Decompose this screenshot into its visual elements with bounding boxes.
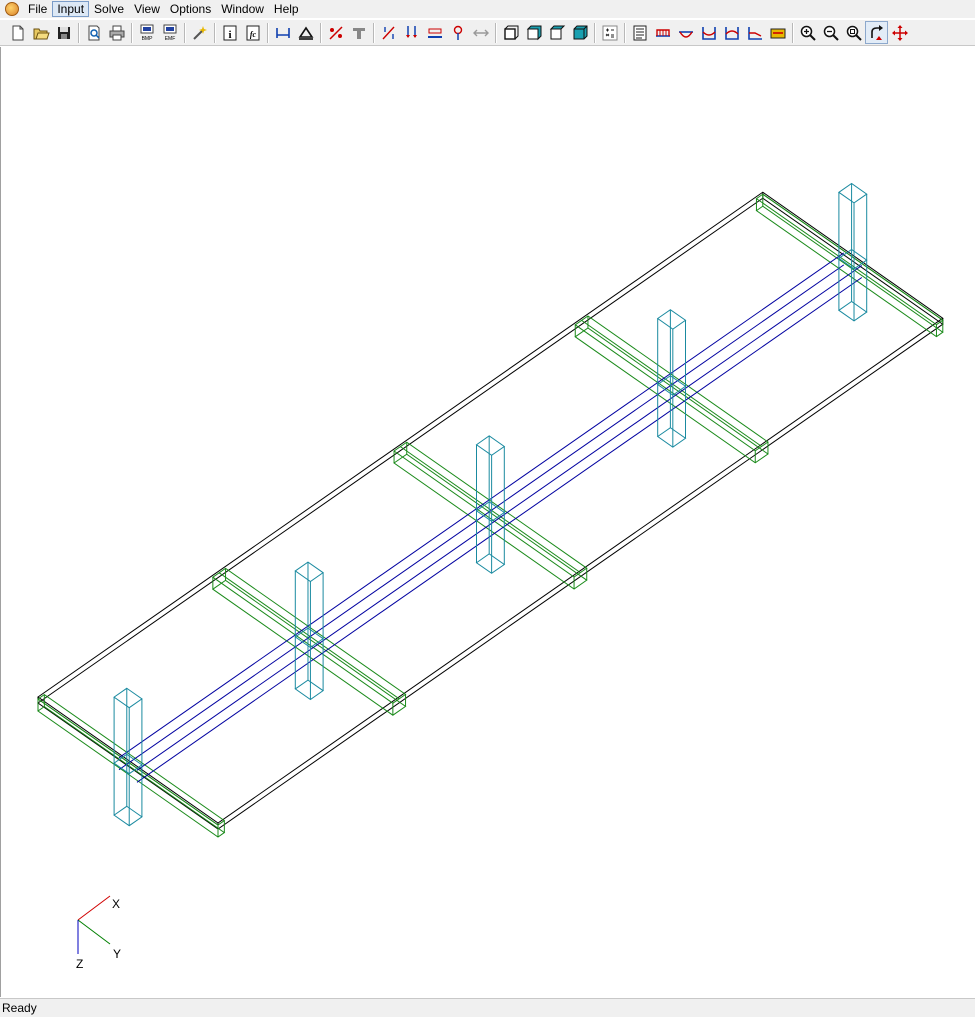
column-bottom [838,300,868,322]
slab-bottom-outline [37,197,944,830]
toolbar-separator [320,22,321,43]
toolbar-separator [131,22,132,43]
support-icon[interactable] [294,21,317,44]
displacement-icon[interactable] [743,21,766,44]
new-file-icon[interactable] [6,21,29,44]
print-icon[interactable] [105,21,128,44]
status-text: Ready [2,1001,37,1015]
save-icon[interactable] [52,21,75,44]
view-side-icon[interactable] [522,21,545,44]
menu-bar: File Input Solve View Options Window Hel… [0,0,975,18]
node-load-icon[interactable] [446,21,469,44]
wizard-icon[interactable] [188,21,211,44]
report-icon[interactable] [628,21,651,44]
toolbar-separator [792,22,793,43]
svg-text:BMP: BMP [141,36,153,42]
toolbar-separator [495,22,496,43]
column-top [294,561,324,583]
svg-text:i: i [228,29,231,41]
math-icon[interactable] [598,21,621,44]
beam-bottom [393,453,588,590]
shear-diagram-icon[interactable] [674,21,697,44]
svg-text:fc: fc [249,30,256,39]
load-arrows-icon[interactable] [400,21,423,44]
beam-bottom [211,579,407,716]
app-icon[interactable] [5,2,19,16]
export-bmp-icon[interactable]: BMP [135,21,158,44]
column-top [656,309,687,330]
toolbar-separator [594,22,595,43]
view-3d-icon[interactable] [568,21,591,44]
menu-input[interactable]: Input [52,1,90,17]
stress-icon[interactable] [766,21,789,44]
menu-help[interactable]: Help [269,1,304,17]
girder-edge [136,265,863,771]
view-top-icon[interactable] [545,21,568,44]
column-top [838,182,868,204]
axis-z-label: Z [76,957,83,971]
axis-y-line [77,919,111,945]
girder-edge [118,264,845,771]
percent-load-icon[interactable] [377,21,400,44]
beam-centerline [762,193,944,321]
status-bar: Ready [0,998,975,1017]
fc-icon[interactable]: fc [241,21,264,44]
toolbar: BMP EMF i fc [0,19,975,46]
girder-edge [136,277,863,783]
axis-x-line [77,895,111,921]
beam-bottom [574,327,769,464]
toolbar-separator [184,22,185,43]
menu-view[interactable]: View [129,1,165,17]
member-release-icon[interactable] [324,21,347,44]
dimension-icon[interactable] [271,21,294,44]
rotate-icon[interactable] [865,21,888,44]
distributed-load-icon[interactable] [423,21,446,44]
beam-centerline [218,572,400,700]
toolbar-separator [78,22,79,43]
beam-centerline [581,319,762,447]
model-viewport[interactable]: X Y Z [0,47,975,997]
svg-text:EMF: EMF [164,36,175,42]
toolbar-separator [214,22,215,43]
pan-icon[interactable] [888,21,911,44]
column-bottom [294,679,324,701]
print-preview-icon[interactable] [82,21,105,44]
zoom-extents-icon[interactable] [842,21,865,44]
structure-wireframe: X Y Z [37,182,944,971]
export-emf-icon[interactable]: EMF [158,21,181,44]
zoom-out-icon[interactable] [819,21,842,44]
axial-icon[interactable] [720,21,743,44]
axis-x-label: X [112,897,120,911]
beam-centerline [37,698,219,826]
toolbar-separator [624,22,625,43]
menu-options[interactable]: Options [165,1,216,17]
info-icon[interactable]: i [218,21,241,44]
section-icon[interactable] [347,21,370,44]
toolbar-separator [373,22,374,43]
slab-top-outline [37,191,944,824]
moment-diagram-icon[interactable] [651,21,674,44]
column-bottom [113,805,143,827]
zoom-in-icon[interactable] [796,21,819,44]
column-bottom [656,427,687,448]
toolbar-separator [267,22,268,43]
view-front-icon[interactable] [499,21,522,44]
deflection-icon[interactable] [697,21,720,44]
column-top [475,435,506,456]
beam-bottom [755,205,944,338]
girder-edge [118,252,845,759]
open-folder-icon[interactable] [29,21,52,44]
axis-y-label: Y [113,947,121,961]
menu-window[interactable]: Window [216,1,269,17]
beam-centerline [400,446,581,574]
menu-file[interactable]: File [23,1,52,17]
column-bottom [475,553,506,574]
beam-top [37,693,226,826]
menu-solve[interactable]: Solve [89,1,129,17]
column-top [113,687,143,709]
moving-load-icon[interactable] [469,21,492,44]
